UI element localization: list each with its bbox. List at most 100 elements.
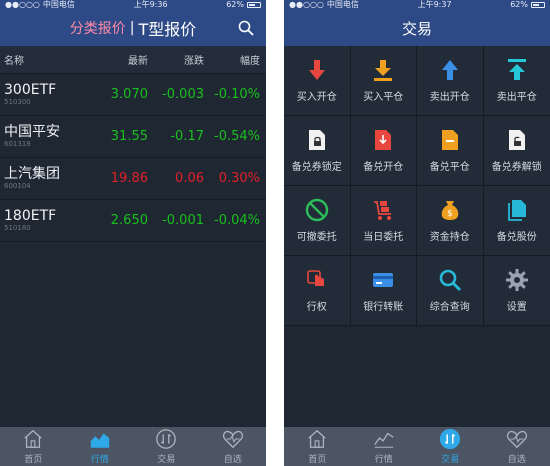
tab-separator: | xyxy=(129,20,135,36)
stock-name: 上汽集团 xyxy=(4,166,60,182)
trade-screen: ●●○○○ 中国电信 上午9:37 62% 交易 买入开仓 买入平仓 卖出开仓 卖… xyxy=(284,0,550,466)
menu-label: 备兑平仓 xyxy=(429,162,470,173)
signal-icon: ●●○○○ xyxy=(5,0,40,9)
menu-label: 卖出平仓 xyxy=(496,92,537,103)
stock-pct: 0.30% xyxy=(218,171,260,186)
stock-pct: -0.54% xyxy=(214,129,260,144)
stock-change: -0.17 xyxy=(170,129,204,144)
table-row[interactable]: 180ETF 510180 2.650 -0.001 -0.04% xyxy=(0,200,266,242)
menu-label: 综合查询 xyxy=(429,302,470,313)
covered-lock-button[interactable]: 备兑券锁定 xyxy=(284,116,351,186)
tab-category-quotes[interactable]: 分类报价 xyxy=(70,18,126,38)
menu-label: 备兑券解锁 xyxy=(491,162,542,173)
nav-bar: 分类报价 | T型报价 xyxy=(0,10,266,46)
funds-positions-button[interactable]: $ 资金持仓 xyxy=(417,186,484,256)
table-row[interactable]: 300ETF 510300 3.070 -0.003 -0.10% xyxy=(0,74,266,116)
exercise-button[interactable]: 行权 xyxy=(284,256,351,326)
svg-text:$: $ xyxy=(447,209,453,219)
doc-unlock-icon xyxy=(508,130,525,150)
carrier-label: 中国电信 xyxy=(326,0,359,9)
battery-label: 62% xyxy=(226,0,244,9)
today-orders-button[interactable]: 当日委托 xyxy=(350,186,417,256)
menu-label: 备兑开仓 xyxy=(363,162,404,173)
covered-unlock-button[interactable]: 备兑券解锁 xyxy=(483,116,550,186)
column-header-pct[interactable]: 幅度 xyxy=(206,52,262,67)
stock-code: 601318 xyxy=(4,140,31,148)
table-row[interactable]: 上汽集团 600104 19.86 0.06 0.30% xyxy=(0,158,266,200)
arrow-up-blue-icon xyxy=(441,60,458,80)
stock-code: 510300 xyxy=(4,98,31,106)
bank-transfer-button[interactable]: 银行转账 xyxy=(350,256,417,326)
menu-label: 备兑股份 xyxy=(496,232,537,243)
tab-t-quotes[interactable]: T型报价 xyxy=(138,16,196,40)
settings-button[interactable]: 设置 xyxy=(483,256,550,326)
bottom-tab-bar: 首页 行情 交易 自选 xyxy=(284,427,550,466)
status-bar: ●●○○○ 中国电信 上午9:36 62% xyxy=(0,0,266,10)
cart-icon xyxy=(374,201,392,220)
menu-label: 卖出开仓 xyxy=(429,92,470,103)
table-header: 名称 最新 涨跌 幅度 xyxy=(0,46,266,74)
tab-home-label: 首页 xyxy=(24,455,43,465)
general-query-button[interactable]: 综合查询 xyxy=(417,256,484,326)
stock-code: 600104 xyxy=(4,182,31,190)
sell-close-button[interactable]: 卖出平仓 xyxy=(483,46,550,116)
stock-last: 2.650 xyxy=(110,213,148,228)
tab-watchlist-label: 自选 xyxy=(223,455,242,465)
covered-shares-button[interactable]: 备兑股份 xyxy=(483,186,550,256)
covered-open-button[interactable]: 备兑开仓 xyxy=(350,116,417,186)
buy-open-button[interactable]: 买入开仓 xyxy=(284,46,351,116)
arrow-down-bar-orange-icon xyxy=(374,60,393,81)
search-magnifier-icon xyxy=(439,269,461,292)
search-icon[interactable] xyxy=(238,20,254,36)
tab-trade[interactable]: 交易 xyxy=(417,427,484,466)
battery-label: 62% xyxy=(510,0,528,9)
tab-watchlist[interactable]: 自选 xyxy=(484,427,550,466)
battery-icon xyxy=(531,2,545,8)
menu-label: 可撤委托 xyxy=(296,232,337,243)
menu-label: 银行转账 xyxy=(363,302,404,313)
stock-name: 中国平安 xyxy=(4,124,60,140)
buy-close-button[interactable]: 买入平仓 xyxy=(350,46,417,116)
line-chart-icon xyxy=(374,432,394,448)
menu-label: 买入开仓 xyxy=(296,92,337,103)
covered-close-button[interactable]: 备兑平仓 xyxy=(417,116,484,186)
area-chart-icon xyxy=(90,433,109,448)
arrow-up-bar-cyan-icon xyxy=(507,59,526,80)
tab-trade[interactable]: 交易 xyxy=(133,427,200,466)
column-header-change[interactable]: 涨跌 xyxy=(150,52,206,67)
bottom-tab-bar: 首页 行情 交易 自选 xyxy=(0,427,266,466)
tab-trade-label: 交易 xyxy=(441,455,460,465)
tab-market[interactable]: 行情 xyxy=(351,427,418,466)
signal-icon: ●●○○○ xyxy=(289,0,324,9)
bank-card-icon xyxy=(373,273,394,287)
cancelable-orders-button[interactable]: 可撤委托 xyxy=(284,186,351,256)
money-bag-icon: $ xyxy=(441,201,458,220)
tab-home[interactable]: 首页 xyxy=(284,427,351,466)
stock-code: 510180 xyxy=(4,224,31,232)
doc-stack-icon xyxy=(507,200,526,221)
arrow-down-red-icon xyxy=(308,60,325,80)
menu-label: 备兑券锁定 xyxy=(291,162,342,173)
table-row[interactable]: 中国平安 601318 31.55 -0.17 -0.54% xyxy=(0,116,266,158)
trade-exchange-icon xyxy=(440,428,461,450)
stock-last: 31.55 xyxy=(110,129,148,144)
menu-label: 当日委托 xyxy=(363,232,404,243)
stock-pct: -0.10% xyxy=(214,87,260,102)
tab-market-label: 行情 xyxy=(374,455,393,465)
carrier-label: 中国电信 xyxy=(42,0,75,9)
sell-open-button[interactable]: 卖出开仓 xyxy=(417,46,484,116)
heart-pulse-icon xyxy=(506,430,527,449)
column-header-name[interactable]: 名称 xyxy=(4,52,94,67)
stock-name: 300ETF xyxy=(4,82,57,98)
hand-pointer-icon xyxy=(306,270,324,286)
trade-exchange-icon xyxy=(156,429,177,449)
tab-watchlist[interactable]: 自选 xyxy=(200,427,267,466)
status-bar: ●●○○○ 中国电信 上午9:37 62% xyxy=(284,0,550,10)
tab-home[interactable]: 首页 xyxy=(0,427,67,466)
column-header-last[interactable]: 最新 xyxy=(94,52,150,67)
tab-market[interactable]: 行情 xyxy=(67,427,134,466)
home-icon xyxy=(24,429,42,448)
battery-icon xyxy=(247,2,261,8)
trade-menu-grid: 买入开仓 买入平仓 卖出开仓 卖出平仓 备兑券锁定 备兑开仓 备兑平仓 备兑券解… xyxy=(284,46,550,326)
stock-last: 19.86 xyxy=(110,171,148,186)
